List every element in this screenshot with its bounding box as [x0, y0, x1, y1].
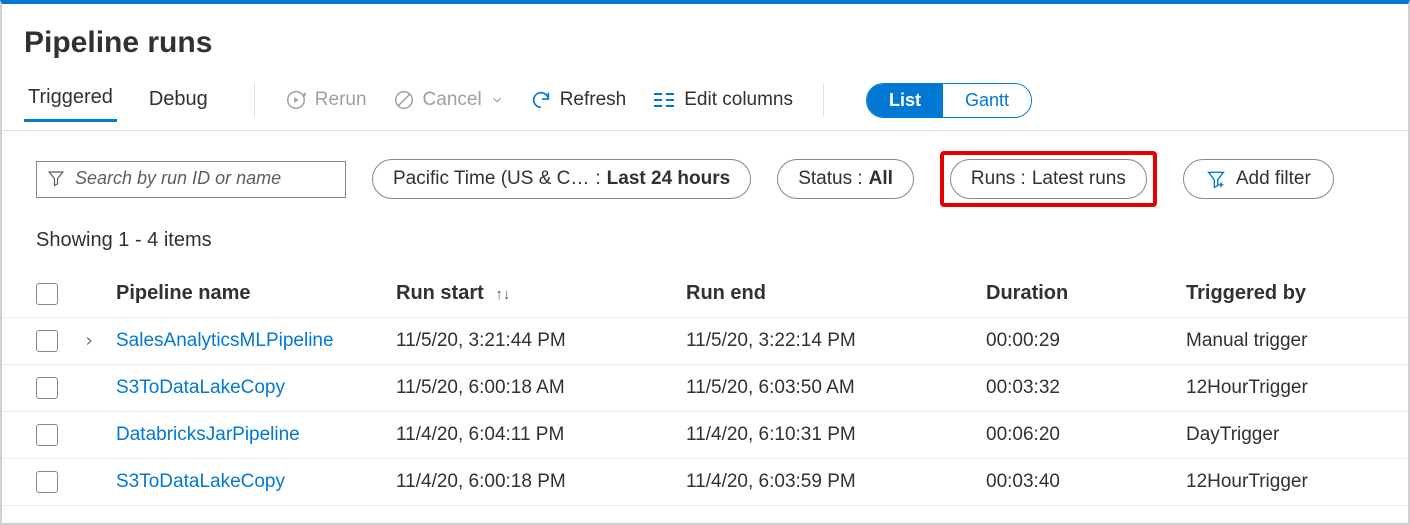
row-checkbox[interactable]	[36, 471, 58, 493]
filter-icon	[47, 169, 65, 187]
select-all-checkbox[interactable]	[36, 283, 58, 305]
cell-triggered: 12HourTrigger	[1186, 471, 1374, 493]
col-header-name[interactable]: Pipeline name	[116, 282, 396, 305]
cell-duration: 00:06:20	[986, 424, 1186, 446]
result-count: Showing 1 - 4 items	[2, 219, 1408, 270]
cell-triggered: 12HourTrigger	[1186, 377, 1374, 399]
pipeline-link[interactable]: S3ToDataLakeCopy	[116, 471, 285, 492]
filter-runs-value: Latest runs	[1032, 168, 1126, 190]
rerun-button: Rerun	[275, 83, 377, 117]
col-header-duration[interactable]: Duration	[986, 282, 1186, 305]
cell-triggered: Manual trigger	[1186, 330, 1374, 352]
page-title: Pipeline runs	[2, 4, 1408, 78]
filter-time-value: Last 24 hours	[607, 168, 731, 190]
columns-icon	[652, 91, 676, 109]
pipeline-link[interactable]: S3ToDataLakeCopy	[116, 377, 285, 398]
expand-icon[interactable]	[82, 334, 96, 348]
refresh-icon	[530, 89, 552, 111]
rerun-icon	[285, 89, 307, 111]
divider	[254, 83, 255, 117]
row-checkbox[interactable]	[36, 330, 58, 352]
table-header: Pipeline name Run start ↑↓ Run end Durat…	[2, 270, 1408, 318]
cell-triggered: DayTrigger	[1186, 424, 1374, 446]
view-list[interactable]: List	[867, 84, 943, 117]
filter-time-prefix: Pacific Time (US & C…	[393, 168, 589, 190]
refresh-button[interactable]: Refresh	[520, 83, 637, 117]
pipeline-link[interactable]: SalesAnalyticsMLPipeline	[116, 330, 334, 351]
filter-status[interactable]: Status : All	[777, 159, 914, 199]
col-header-start-label: Run start	[396, 282, 484, 304]
table-row: SalesAnalyticsMLPipeline 11/5/20, 3:21:44…	[2, 318, 1408, 365]
filter-status-label: Status :	[798, 168, 862, 190]
refresh-label: Refresh	[560, 89, 627, 111]
cell-end: 11/5/20, 6:03:50 AM	[686, 377, 986, 399]
edit-columns-button[interactable]: Edit columns	[642, 83, 803, 117]
cell-start: 11/5/20, 6:00:18 AM	[396, 377, 686, 399]
col-header-end[interactable]: Run end	[686, 282, 986, 305]
cell-duration: 00:03:32	[986, 377, 1186, 399]
tab-debug[interactable]: Debug	[145, 80, 212, 121]
view-toggle: List Gantt	[866, 83, 1032, 118]
cancel-button: Cancel	[383, 83, 514, 117]
table-row: DatabricksJarPipeline 11/4/20, 6:04:11 PM…	[2, 412, 1408, 459]
search-placeholder: Search by run ID or name	[75, 168, 281, 189]
filter-time[interactable]: Pacific Time (US & C… : Last 24 hours	[372, 159, 751, 199]
table-row: S3ToDataLakeCopy 11/5/20, 6:00:18 AM11/5/…	[2, 365, 1408, 412]
col-header-triggered[interactable]: Triggered by	[1186, 282, 1374, 305]
chevron-down-icon	[490, 93, 504, 107]
filter-bar: Search by run ID or name Pacific Time (U…	[2, 131, 1408, 219]
cancel-label: Cancel	[423, 89, 482, 111]
row-checkbox[interactable]	[36, 424, 58, 446]
add-filter-button[interactable]: Add filter	[1183, 159, 1334, 199]
cancel-icon	[393, 89, 415, 111]
cell-duration: 00:03:40	[986, 471, 1186, 493]
cell-end: 11/4/20, 6:03:59 PM	[686, 471, 986, 493]
cell-start: 11/4/20, 6:04:11 PM	[396, 424, 686, 446]
divider	[823, 83, 824, 117]
tab-triggered[interactable]: Triggered	[24, 78, 117, 122]
runs-table: Pipeline name Run start ↑↓ Run end Durat…	[2, 270, 1408, 506]
filter-status-value: All	[869, 168, 893, 190]
add-filter-icon	[1206, 169, 1226, 189]
filter-runs[interactable]: Runs : Latest runs	[950, 159, 1147, 199]
filter-time-sep: :	[595, 168, 600, 190]
row-checkbox[interactable]	[36, 377, 58, 399]
table-row: S3ToDataLakeCopy 11/4/20, 6:00:18 PM11/4/…	[2, 459, 1408, 506]
toolbar: Triggered Debug Rerun Cancel Refresh	[2, 78, 1408, 131]
sort-icon: ↑↓	[495, 286, 510, 303]
cell-start: 11/4/20, 6:00:18 PM	[396, 471, 686, 493]
search-input[interactable]: Search by run ID or name	[36, 161, 346, 198]
cell-end: 11/5/20, 3:22:14 PM	[686, 330, 986, 352]
filter-runs-label: Runs :	[971, 168, 1026, 190]
cell-duration: 00:00:29	[986, 330, 1186, 352]
add-filter-label: Add filter	[1236, 168, 1311, 190]
edit-columns-label: Edit columns	[684, 89, 793, 111]
rerun-label: Rerun	[315, 89, 367, 111]
filter-runs-highlight: Runs : Latest runs	[940, 151, 1157, 207]
view-gantt[interactable]: Gantt	[943, 84, 1031, 117]
cell-end: 11/4/20, 6:10:31 PM	[686, 424, 986, 446]
cell-start: 11/5/20, 3:21:44 PM	[396, 330, 686, 352]
col-header-start[interactable]: Run start ↑↓	[396, 282, 686, 305]
pipeline-link[interactable]: DatabricksJarPipeline	[116, 424, 300, 445]
